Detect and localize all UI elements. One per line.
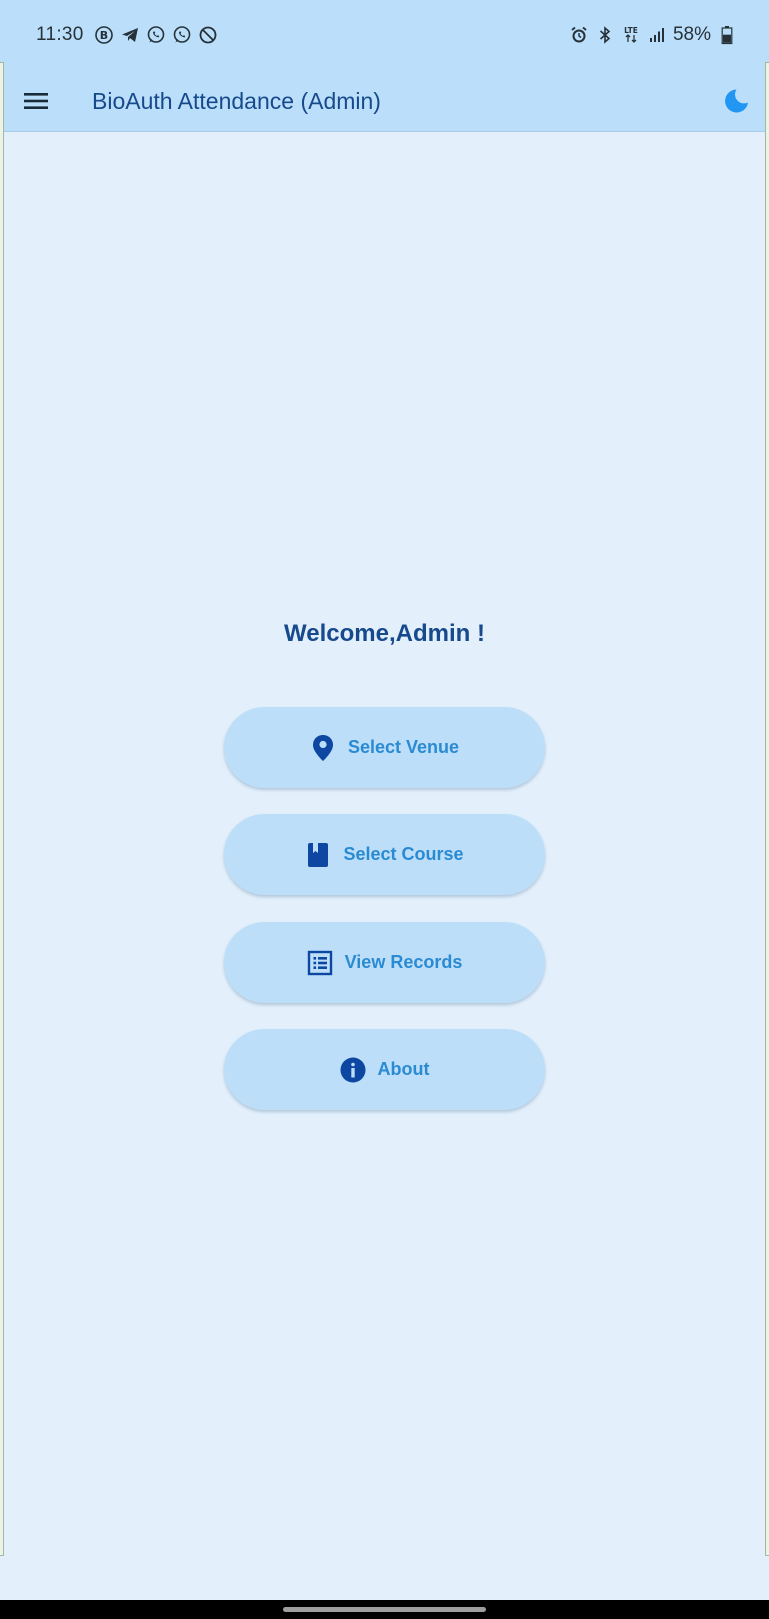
book-icon [305, 842, 331, 868]
list-icon [307, 950, 333, 976]
whatsapp-icon [172, 25, 192, 45]
svg-text:LTE: LTE [624, 26, 638, 35]
right-edge-divider [765, 62, 769, 1556]
whatsapp-icon [146, 25, 166, 45]
about-label: About [377, 1059, 430, 1079]
theme-toggle-button[interactable] [717, 82, 755, 120]
battery-percent: 58% [672, 24, 711, 45]
lte-icon: LTE [621, 25, 641, 45]
moon-icon [725, 89, 748, 113]
app-bar: BioAuth Attendance (Admin) [0, 70, 769, 132]
select-course-button[interactable]: Select Course [224, 814, 545, 895]
status-right: LTE 58% [569, 24, 737, 46]
app-title: BioAuth Attendance (Admin) [92, 88, 381, 114]
view-records-label: View Records [344, 952, 463, 972]
select-course-label: Select Course [343, 844, 464, 864]
welcome-heading: Welcome,Admin ! [284, 620, 485, 647]
home-indicator[interactable] [283, 1607, 486, 1612]
system-nav-bar [0, 1600, 769, 1619]
status-bar: 11:30 B LTE 58% [0, 0, 769, 70]
about-button[interactable]: About [224, 1029, 545, 1110]
svg-text:B: B [99, 29, 107, 42]
hamburger-menu-icon [24, 93, 48, 109]
left-edge-divider [0, 62, 4, 1556]
bluetooth-icon [595, 25, 615, 45]
status-left: 11:30 B [36, 24, 218, 46]
info-icon [340, 1057, 366, 1083]
signal-icon [647, 25, 667, 45]
telegram-icon [120, 25, 140, 45]
select-venue-button[interactable]: Select Venue [224, 707, 545, 788]
view-records-button[interactable]: View Records [224, 922, 545, 1003]
alarm-icon [569, 25, 589, 45]
location-pin-icon [310, 734, 336, 761]
do-not-disturb-icon [198, 25, 218, 45]
menu-button[interactable] [18, 83, 54, 119]
battery-icon [717, 25, 737, 45]
b-circle-icon: B [94, 25, 114, 45]
status-time: 11:30 [36, 24, 84, 45]
select-venue-label: Select Venue [347, 737, 460, 757]
